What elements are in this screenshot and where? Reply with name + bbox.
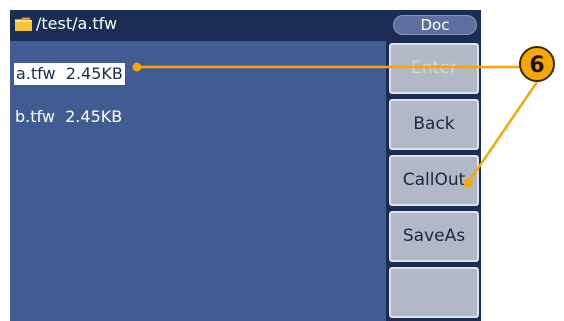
callout-number: 6	[529, 53, 544, 78]
callout-annotation: 6	[132, 46, 555, 188]
callout-dot	[463, 178, 473, 188]
callout-dot	[132, 62, 142, 72]
callout-leader-line	[466, 81, 539, 184]
